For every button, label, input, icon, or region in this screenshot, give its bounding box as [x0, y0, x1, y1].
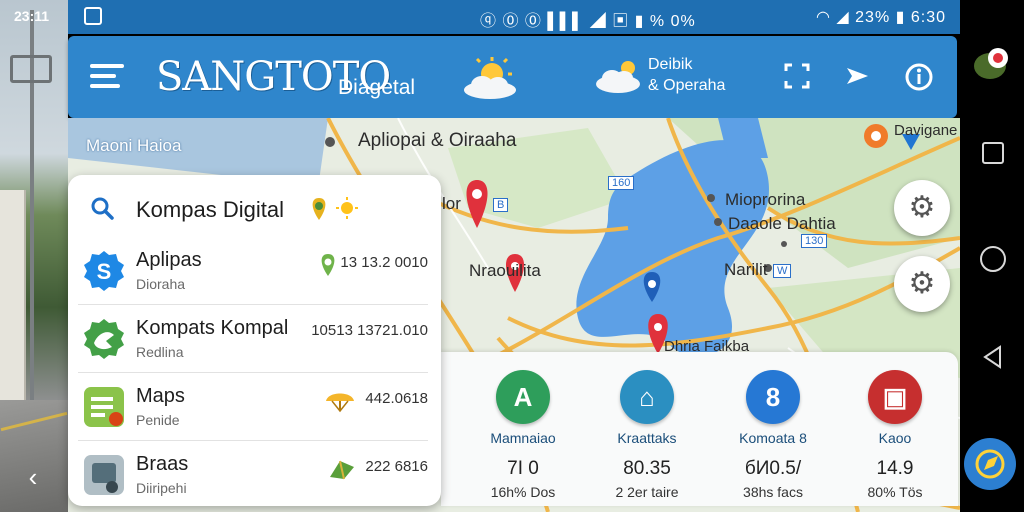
map-marker-orange[interactable] [864, 124, 888, 148]
road-badge: 160 [608, 176, 635, 190]
list-item-title: Braas [136, 453, 189, 475]
kompas-app-icon [84, 319, 124, 359]
map-label: Davigane [894, 122, 958, 139]
stat-unit: 80% Tös [867, 484, 923, 500]
aplipas-app-icon: S [84, 251, 124, 291]
app-subtitle: Diagetal [338, 76, 416, 99]
gear-icon: ⚙ [908, 191, 936, 224]
weather-line-1: Deibik [648, 56, 693, 73]
status-time: 23:11 [14, 8, 50, 24]
area-label: Maoni Haioa [86, 136, 182, 155]
gallery-notification-icon [84, 7, 102, 25]
settings-button[interactable]: ⚙ [894, 180, 950, 236]
list-item-value: 442.0618 [365, 390, 428, 407]
list-item-subtitle: Diiripehi [136, 480, 187, 496]
maps-app-icon [84, 387, 124, 427]
cloud-sun-icon [596, 61, 640, 93]
list-item[interactable]: Kompats Kompal Redlina 10513 13721.010 [78, 307, 428, 373]
stat-icon: ⌂ [620, 370, 674, 424]
list-item-subtitle: Redlina [136, 344, 184, 360]
status-icons-center: ⓠ ⓪ ⓪ ▌▌▌ ◢ ▣ ▮ % 0% [480, 13, 696, 30]
compass-button[interactable] [964, 438, 1016, 490]
stat-name: Mamnaiao [490, 430, 556, 446]
status-bar: ⓠ ⓪ ⓪ ▌▌▌ ◢ ▣ ▮ % 0% ◠ ◢ 23% ▮ 6:30 [68, 0, 960, 34]
stat-name: Kaoo [878, 430, 912, 446]
map-label: Mioprorina [725, 190, 806, 209]
building [0, 190, 26, 400]
screen: 23:11 ‹ ⓠ ⓪ ⓪ ▌▌▌ ◢ ▣ ▮ % 0% ◠ ◢ 23% ▮ 6… [0, 0, 1024, 512]
map-label: Apliopai & Oiraaha [358, 130, 517, 151]
stat-value: бИ0.5/ [744, 458, 802, 479]
road-badge: 130 [801, 234, 828, 248]
search-bar[interactable]: Kompas Digital [68, 175, 441, 241]
road-badge: B [493, 198, 509, 212]
list-item-value: 222 6816 [365, 458, 428, 475]
weather-text: Deibik & Operaha [648, 54, 725, 96]
stat-unit: 2 2er taire [615, 484, 679, 500]
stat-icon: 8 [746, 370, 800, 424]
stat-unit: 38hs facs [743, 484, 803, 500]
stat-name: Komoata 8 [739, 430, 807, 446]
info-icon[interactable] [904, 62, 934, 92]
menu-icon[interactable] [90, 64, 124, 90]
stat-icon: A [496, 370, 550, 424]
background-photo: 23:11 ‹ [0, 0, 68, 512]
braas-app-icon [84, 455, 124, 495]
map-fold-icon [330, 460, 354, 480]
stats-panel: A Mamnaiao 7І 0 16h% Dos ⌂ Kraattaks 80.… [441, 352, 958, 506]
home-button[interactable] [980, 246, 1006, 272]
location-pin-icon [312, 198, 326, 220]
recents-button[interactable] [982, 142, 1004, 164]
app-header: SANGTOTO Diagetal Deibik & Operaha [68, 36, 957, 118]
stat-item[interactable]: ⌂ Kraattaks 80.35 2 2er taire [587, 370, 707, 500]
list-item-title: Kompats Kompal [136, 317, 289, 339]
sun-cloud-icon [464, 57, 516, 99]
street-lamp [10, 55, 52, 83]
search-icon [91, 197, 114, 220]
location-pin-icon [321, 254, 335, 276]
status-icons-right: ◠ ◢ 23% ▮ 6:30 [815, 9, 946, 26]
stat-item[interactable]: ▣ Kaoo 14.9 80% Tös [835, 370, 955, 500]
weather-line-2: & Operaha [648, 77, 726, 94]
stat-item[interactable]: A Mamnaiao 7І 0 16h% Dos [463, 370, 583, 500]
stat-name: Kraattaks [617, 430, 677, 446]
list-item-subtitle: Dioraha [136, 276, 186, 292]
map-label: Narilit [724, 260, 768, 279]
settings-button-secondary[interactable]: ⚙ [894, 256, 950, 312]
list-item-subtitle: Penide [136, 412, 180, 428]
umbrella-icon [326, 393, 354, 413]
list-item-value: 13 13.2 0010 [340, 254, 428, 271]
fullscreen-icon[interactable] [782, 62, 812, 92]
map-label: lor [442, 194, 461, 213]
stat-value: 80.35 [623, 458, 671, 479]
road-badge: W [773, 264, 792, 278]
search-title: Kompas Digital [136, 197, 284, 222]
list-item-value: 10513 13721.010 [311, 322, 428, 339]
back-gesture-icon[interactable]: ‹ [18, 462, 48, 492]
list-item-title: Maps [136, 385, 185, 407]
list-item-title: Aplipas [136, 249, 202, 271]
back-button[interactable] [980, 344, 1006, 370]
stat-item[interactable]: 8 Komoata 8 бИ0.5/ 38hs facs [713, 370, 833, 500]
compass-icon [975, 449, 1005, 479]
stat-value: 14.9 [876, 458, 914, 479]
app-list-card: Kompas Digital S Aplipas Dioraha 13 13.2… [68, 175, 441, 506]
sun-icon [336, 197, 358, 219]
svg-text:S: S [97, 259, 112, 284]
navigate-icon[interactable] [842, 62, 872, 92]
map-label: Daaole Dahtia [728, 214, 836, 233]
notification-app-icon[interactable] [970, 44, 1012, 82]
gear-icon: ⚙ [908, 267, 936, 300]
list-item[interactable]: Maps Penide 442.0618 [78, 375, 428, 441]
stat-unit: 16h% Dos [490, 484, 556, 500]
list-item[interactable]: Braas Diiripehi 222 6816 [78, 443, 428, 506]
stat-value: 7І 0 [507, 458, 539, 479]
map-label: Nraouilita [469, 261, 541, 280]
list-item[interactable]: S Aplipas Dioraha 13 13.2 0010 [78, 239, 428, 305]
stat-icon: ▣ [868, 370, 922, 424]
